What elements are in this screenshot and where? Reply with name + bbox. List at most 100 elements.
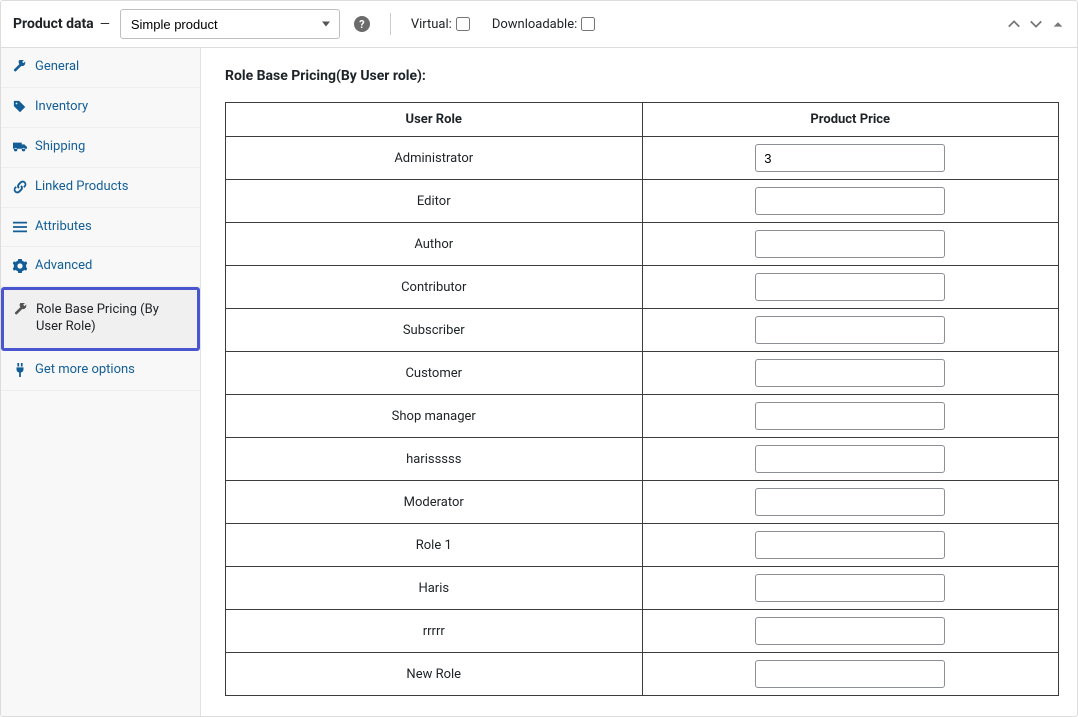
virtual-checkbox-group: Virtual: (411, 17, 470, 32)
price-cell (642, 309, 1059, 352)
role-cell: Role 1 (226, 524, 643, 567)
table-row: Editor (226, 180, 1059, 223)
role-cell: Contributor (226, 266, 643, 309)
price-input[interactable] (755, 402, 945, 430)
col-product-price: Product Price (642, 103, 1059, 137)
sidebar-item-linked-products[interactable]: Linked Products (1, 168, 200, 208)
price-cell (642, 481, 1059, 524)
role-cell: New Role (226, 653, 643, 696)
pricing-table: User Role Product Price AdministratorEdi… (225, 102, 1059, 696)
sidebar-item-label: Advanced (35, 258, 92, 275)
price-input[interactable] (755, 273, 945, 301)
panel-title: Product data (13, 16, 94, 32)
price-cell (642, 524, 1059, 567)
sidebar-item-label: General (35, 59, 79, 76)
table-row: New Role (226, 653, 1059, 696)
sidebar-item-general[interactable]: General (1, 48, 200, 88)
price-cell (642, 352, 1059, 395)
price-input[interactable] (755, 488, 945, 516)
role-cell: rrrrr (226, 610, 643, 653)
table-row: Haris (226, 567, 1059, 610)
gear-icon (13, 259, 27, 273)
price-input[interactable] (755, 359, 945, 387)
table-row: Contributor (226, 266, 1059, 309)
help-icon[interactable]: ? (354, 16, 370, 32)
sidebar-item-inventory[interactable]: Inventory (1, 88, 200, 128)
header-divider (390, 13, 391, 35)
panel-header: Product data — Simple product ? Virtual:… (1, 1, 1077, 48)
price-input[interactable] (755, 316, 945, 344)
role-cell: Author (226, 223, 643, 266)
table-row: Author (226, 223, 1059, 266)
price-input[interactable] (755, 660, 945, 688)
sidebar-item-label: Shipping (35, 139, 85, 156)
virtual-checkbox[interactable] (456, 17, 470, 31)
truck-icon (13, 140, 27, 154)
sidebar-item-advanced[interactable]: Advanced (1, 247, 200, 287)
role-cell: Editor (226, 180, 643, 223)
role-cell: Haris (226, 567, 643, 610)
table-row: rrrrr (226, 610, 1059, 653)
list-icon (13, 220, 27, 234)
panel-move-down-icon[interactable] (1029, 17, 1043, 31)
section-title: Role Base Pricing(By User role): (225, 68, 1059, 84)
downloadable-checkbox-group: Downloadable: (492, 17, 595, 32)
panel-move-up-icon[interactable] (1007, 17, 1021, 31)
virtual-label: Virtual: (411, 17, 452, 32)
price-input[interactable] (755, 230, 945, 258)
sidebar-item-attributes[interactable]: Attributes (1, 208, 200, 248)
wrench-icon (14, 303, 28, 317)
table-row: Customer (226, 352, 1059, 395)
table-row: Role 1 (226, 524, 1059, 567)
table-row: Moderator (226, 481, 1059, 524)
downloadable-checkbox[interactable] (581, 17, 595, 31)
sidebar-item-label: Linked Products (35, 179, 128, 196)
price-cell (642, 180, 1059, 223)
table-row: Subscriber (226, 309, 1059, 352)
price-input[interactable] (755, 445, 945, 473)
table-row: harisssss (226, 438, 1059, 481)
price-cell (642, 567, 1059, 610)
sidebar-item-label: Inventory (35, 99, 88, 116)
price-input[interactable] (755, 531, 945, 559)
plug-icon (13, 363, 27, 377)
role-cell: Moderator (226, 481, 643, 524)
role-cell: Customer (226, 352, 643, 395)
col-user-role: User Role (226, 103, 643, 137)
panel-dash: — (100, 17, 110, 32)
price-cell (642, 137, 1059, 180)
price-cell (642, 610, 1059, 653)
role-cell: Administrator (226, 137, 643, 180)
main-content: Role Base Pricing(By User role): User Ro… (201, 48, 1077, 716)
product-type-select[interactable]: Simple product (120, 9, 340, 39)
role-cell: Subscriber (226, 309, 643, 352)
price-cell (642, 653, 1059, 696)
product-data-panel: Product data — Simple product ? Virtual:… (0, 0, 1078, 717)
sidebar-item-shipping[interactable]: Shipping (1, 128, 200, 168)
price-input[interactable] (755, 144, 945, 172)
price-cell (642, 438, 1059, 481)
sidebar: General Inventory Shipping Linked Produc… (1, 48, 201, 716)
table-row: Administrator (226, 137, 1059, 180)
price-cell (642, 266, 1059, 309)
product-type-select-wrap: Simple product (120, 9, 340, 39)
price-input[interactable] (755, 187, 945, 215)
sidebar-item-label: Get more options (35, 362, 135, 379)
panel-collapse-icon[interactable] (1051, 17, 1065, 31)
sidebar-item-get-more-options[interactable]: Get more options (1, 351, 200, 391)
sidebar-item-role-base-pricing[interactable]: Role Base Pricing (By User Role) (1, 287, 200, 351)
tag-icon (13, 100, 27, 114)
role-cell: harisssss (226, 438, 643, 481)
price-input[interactable] (755, 574, 945, 602)
table-row: Shop manager (226, 395, 1059, 438)
price-input[interactable] (755, 617, 945, 645)
price-cell (642, 223, 1059, 266)
downloadable-label: Downloadable: (492, 17, 577, 32)
panel-body: General Inventory Shipping Linked Produc… (1, 48, 1077, 716)
role-cell: Shop manager (226, 395, 643, 438)
wrench-icon (13, 60, 27, 74)
price-cell (642, 395, 1059, 438)
link-icon (13, 180, 27, 194)
sidebar-item-label: Role Base Pricing (By User Role) (36, 302, 187, 336)
table-header-row: User Role Product Price (226, 103, 1059, 137)
